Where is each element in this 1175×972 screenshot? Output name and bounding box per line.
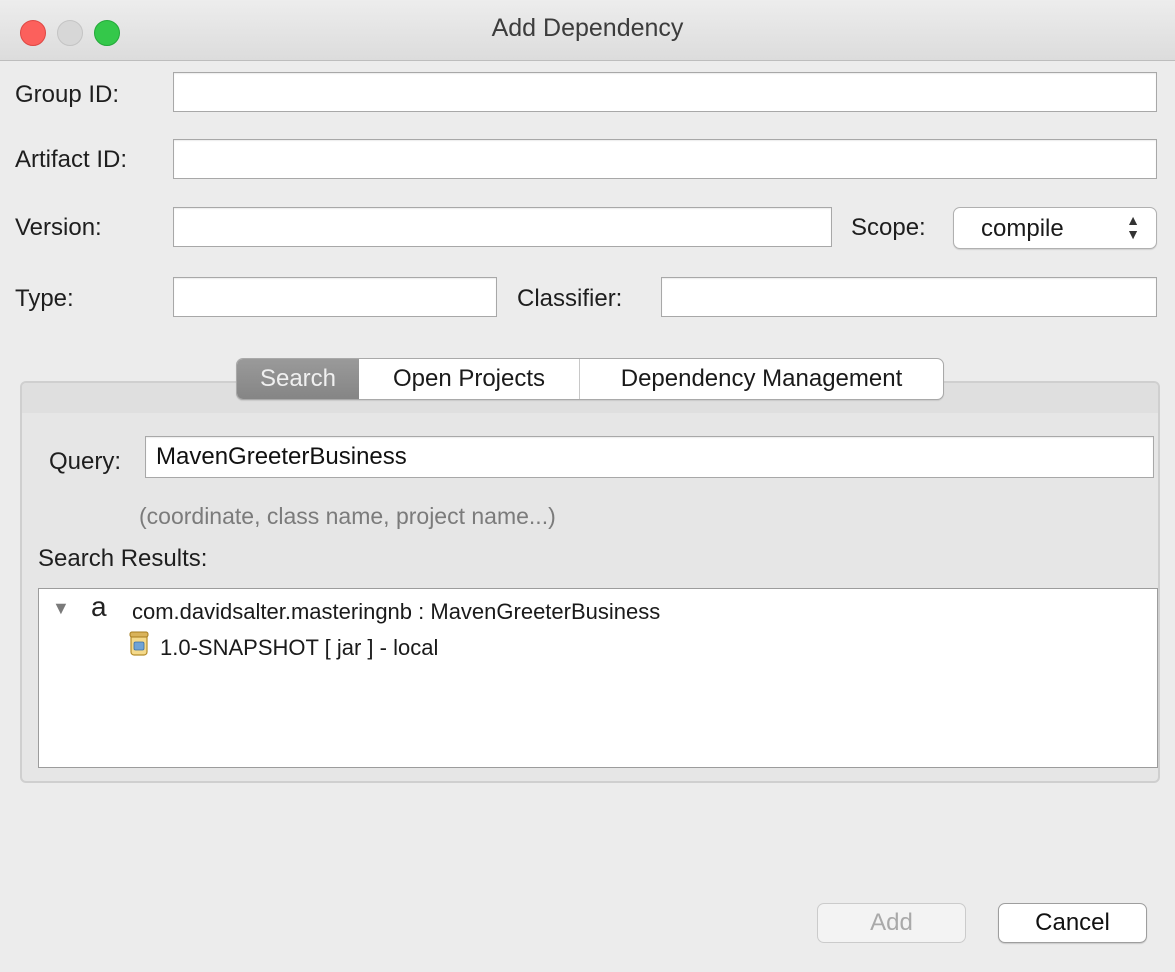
query-hint: (coordinate, class name, project name...… (139, 503, 556, 529)
version-field[interactable] (173, 207, 832, 247)
title-bar: Add Dependency (0, 0, 1175, 61)
result-artifact-row[interactable]: com.davidsalter.masteringnb : MavenGreet… (132, 599, 660, 625)
scope-label: Scope: (851, 214, 926, 241)
artifact-id-label: Artifact ID: (15, 146, 128, 173)
group-id-field[interactable] (173, 72, 1157, 112)
search-results-tree[interactable]: ▼ a com.davidsalter.masteringnb : MavenG… (38, 588, 1158, 768)
type-label: Type: (15, 285, 74, 312)
add-dependency-dialog: Add Dependency Group ID: Artifact ID: Ve… (0, 0, 1175, 972)
select-arrows-icon: ▲ ▼ (1126, 212, 1140, 242)
artifact-id-field[interactable] (173, 139, 1157, 179)
cancel-button[interactable]: Cancel (998, 903, 1147, 943)
query-label: Query: (49, 448, 122, 475)
query-field[interactable] (145, 436, 1154, 478)
scope-selected-value: compile (981, 215, 1064, 242)
tab-dependency-management[interactable]: Dependency Management (580, 359, 943, 399)
result-version-row[interactable]: 1.0-SNAPSHOT [ jar ] - local (160, 635, 438, 661)
jar-icon (129, 631, 149, 656)
expand-triangle-icon[interactable]: ▼ (52, 598, 70, 619)
group-id-label: Group ID: (15, 81, 120, 108)
window-title: Add Dependency (491, 14, 684, 42)
add-button[interactable]: Add (817, 903, 966, 943)
artifact-icon: a (91, 591, 107, 622)
classifier-label: Classifier: (517, 285, 623, 312)
tab-bar: Search Open Projects Dependency Manageme… (236, 358, 944, 400)
classifier-field[interactable] (661, 277, 1157, 317)
type-field[interactable] (173, 277, 497, 317)
version-label: Version: (15, 214, 102, 241)
tab-search[interactable]: Search (237, 359, 359, 399)
scope-select[interactable]: compile ▲ ▼ (953, 207, 1157, 249)
search-results-label: Search Results: (38, 545, 208, 572)
tab-open-projects[interactable]: Open Projects (359, 359, 580, 399)
